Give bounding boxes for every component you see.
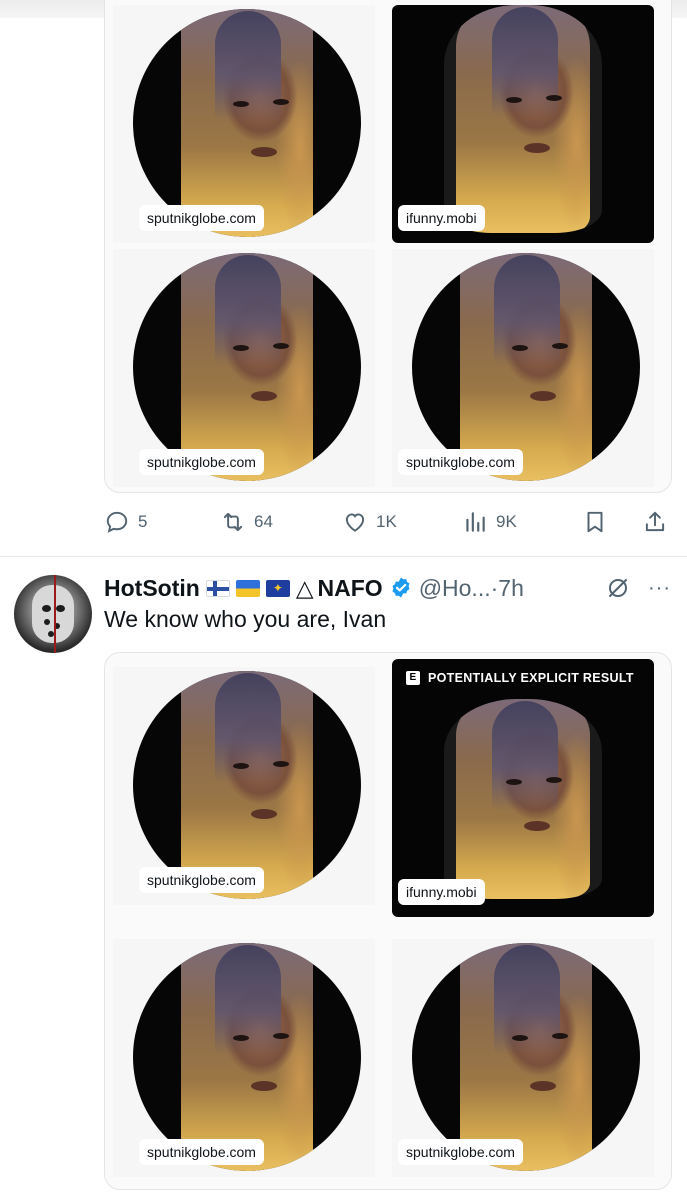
- media-tile[interactable]: sputnikglobe.com: [113, 667, 375, 905]
- profile-photo: [444, 5, 602, 233]
- source-label: sputnikglobe.com: [398, 1139, 523, 1165]
- explicit-warning-banner: E POTENTIALLY EXPLICIT RESULT: [406, 671, 634, 685]
- views-button[interactable]: 9K: [462, 506, 517, 538]
- post-divider: [0, 556, 687, 557]
- profile-photo: [133, 943, 361, 1171]
- like-button[interactable]: 1K: [342, 506, 397, 538]
- post-text: We know who you are, Ivan: [104, 606, 387, 632]
- flag-ukraine-icon: [235, 579, 260, 597]
- repost-button[interactable]: 64: [220, 506, 273, 538]
- author-avatar[interactable]: [14, 575, 92, 653]
- source-label: ifunny.mobi: [398, 205, 485, 231]
- profile-photo: [444, 699, 602, 899]
- heart-icon: [345, 513, 365, 532]
- time-separator: ·: [490, 574, 499, 601]
- triangle-symbol: △: [295, 574, 314, 601]
- like-count: 1K: [376, 512, 397, 531]
- media-tile[interactable]: sputnikglobe.com: [113, 249, 375, 487]
- explicit-warning-text: POTENTIALLY EXPLICIT RESULT: [428, 671, 634, 685]
- source-label: sputnikglobe.com: [139, 867, 264, 893]
- post-header: HotSotin △ NAFO @Ho... · 7h: [104, 572, 684, 604]
- share-icon: [645, 511, 665, 532]
- repost-count: 64: [254, 512, 273, 531]
- author-handle[interactable]: @Ho...: [419, 575, 491, 602]
- source-label: sputnikglobe.com: [139, 205, 264, 231]
- media-tile[interactable]: sputnikglobe.com: [392, 939, 654, 1177]
- profile-photo: [133, 9, 361, 237]
- source-label: ifunny.mobi: [398, 879, 485, 905]
- profile-photo: [412, 253, 640, 481]
- profile-photo: [133, 253, 361, 481]
- explicit-badge-icon: E: [406, 671, 420, 685]
- source-label: sputnikglobe.com: [139, 449, 264, 475]
- profile-photo: [133, 671, 361, 899]
- media-tile[interactable]: E POTENTIALLY EXPLICIT RESULT ifunny.mob…: [392, 659, 654, 917]
- reply-icon: [106, 511, 128, 533]
- post-action-bar: 5 64 1K 9K: [104, 506, 672, 538]
- media-tile[interactable]: sputnikglobe.com: [392, 249, 654, 487]
- more-options-icon[interactable]: ···: [648, 578, 672, 598]
- bookmark-button[interactable]: [582, 506, 608, 538]
- repost-icon: [223, 512, 243, 532]
- share-button[interactable]: [642, 506, 668, 538]
- reply-count: 5: [138, 512, 148, 531]
- media-tile[interactable]: sputnikglobe.com: [113, 5, 375, 243]
- reply-button[interactable]: 5: [104, 506, 147, 538]
- source-label: sputnikglobe.com: [139, 1139, 264, 1165]
- media-tile[interactable]: sputnikglobe.com: [113, 939, 375, 1177]
- verified-badge-icon: [392, 577, 410, 598]
- profile-photo: [412, 943, 640, 1171]
- post-time[interactable]: 7h: [498, 575, 524, 602]
- author-display-name[interactable]: HotSotin: [104, 575, 200, 602]
- bookmark-icon: [587, 511, 603, 533]
- media-grid-second-post[interactable]: sputnikglobe.com E POTENTIALLY EXPLICIT …: [104, 652, 672, 1190]
- flag-eu-icon: [265, 579, 290, 597]
- views-chart-icon: [466, 512, 485, 532]
- media-tile[interactable]: ifunny.mobi: [392, 5, 654, 243]
- source-label: sputnikglobe.com: [398, 449, 523, 475]
- views-count: 9K: [496, 512, 517, 531]
- flag-finland-icon: [205, 579, 230, 597]
- media-grid-first-post[interactable]: sputnikglobe.com ifunny.mobi sputnikglob…: [104, 0, 672, 493]
- grok-icon[interactable]: [606, 576, 630, 600]
- author-org: NAFO: [317, 574, 383, 601]
